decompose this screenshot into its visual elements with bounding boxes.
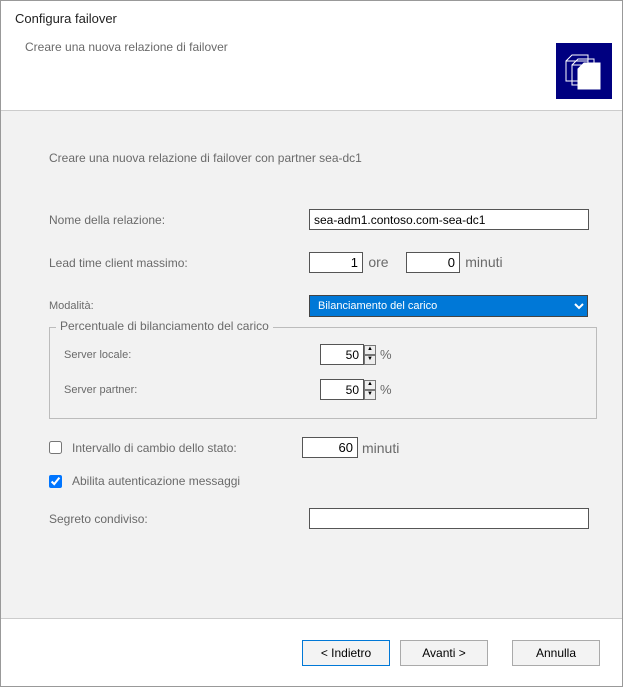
lead-time-hours-input[interactable]: [309, 252, 363, 273]
partner-server-spin-down[interactable]: ▼: [364, 390, 376, 400]
partner-server-input[interactable]: [320, 379, 364, 400]
secret-input[interactable]: [309, 508, 589, 529]
secret-row: Segreto condiviso:: [31, 508, 592, 529]
percent-sign: %: [380, 382, 392, 397]
lead-time-hours-unit: ore: [368, 254, 388, 270]
state-switch-input[interactable]: [302, 437, 358, 458]
mode-select[interactable]: Bilanciamento del carico: [309, 295, 588, 317]
wizard-header: Configura failover Creare una nuova rela…: [1, 1, 622, 111]
cancel-button[interactable]: Annulla: [512, 640, 600, 666]
partner-server-label: Server partner:: [64, 384, 320, 396]
wizard-body: Creare una nuova relazione di failover c…: [1, 111, 622, 619]
relation-name-row: Nome della relazione:: [31, 209, 592, 230]
lead-time-minutes-unit: minuti: [465, 254, 502, 270]
relation-name-input[interactable]: [309, 209, 589, 230]
window-subtitle: Creare una nuova relazione di failover: [25, 40, 608, 54]
lead-time-row: Lead time client massimo: ore minuti: [31, 252, 592, 273]
state-switch-checkbox[interactable]: [49, 441, 62, 454]
window-title: Configura failover: [15, 11, 608, 26]
state-switch-row: Intervallo di cambio dello stato: minuti: [49, 437, 592, 458]
mode-label: Modalità:: [49, 300, 309, 312]
partner-server-spin-up[interactable]: ▲: [364, 380, 376, 390]
local-server-spin-up[interactable]: ▲: [364, 345, 376, 355]
local-server-spin-down[interactable]: ▼: [364, 355, 376, 365]
next-button[interactable]: Avanti >: [400, 640, 488, 666]
state-switch-label: Intervallo di cambio dello stato:: [72, 441, 302, 455]
percent-sign: %: [380, 347, 392, 362]
folder-icon: [556, 43, 612, 99]
auth-row: Abilita autenticazione messaggi: [49, 474, 592, 488]
secret-label: Segreto condiviso:: [49, 512, 309, 526]
load-balance-fieldset: Percentuale di bilanciamento del carico …: [49, 327, 597, 419]
auth-checkbox[interactable]: [49, 475, 62, 488]
auth-label: Abilita autenticazione messaggi: [72, 474, 240, 488]
local-server-input[interactable]: [320, 344, 364, 365]
wizard-footer: < Indietro Avanti > Annulla: [1, 619, 622, 687]
state-switch-unit: minuti: [362, 440, 399, 456]
intro-text: Creare una nuova relazione di failover c…: [49, 151, 592, 165]
relation-name-label: Nome della relazione:: [49, 213, 309, 227]
lead-time-minutes-input[interactable]: [406, 252, 460, 273]
back-button[interactable]: < Indietro: [302, 640, 390, 666]
load-balance-legend: Percentuale di bilanciamento del carico: [56, 319, 273, 333]
lead-time-label: Lead time client massimo:: [49, 256, 309, 270]
local-server-label: Server locale:: [64, 349, 320, 361]
